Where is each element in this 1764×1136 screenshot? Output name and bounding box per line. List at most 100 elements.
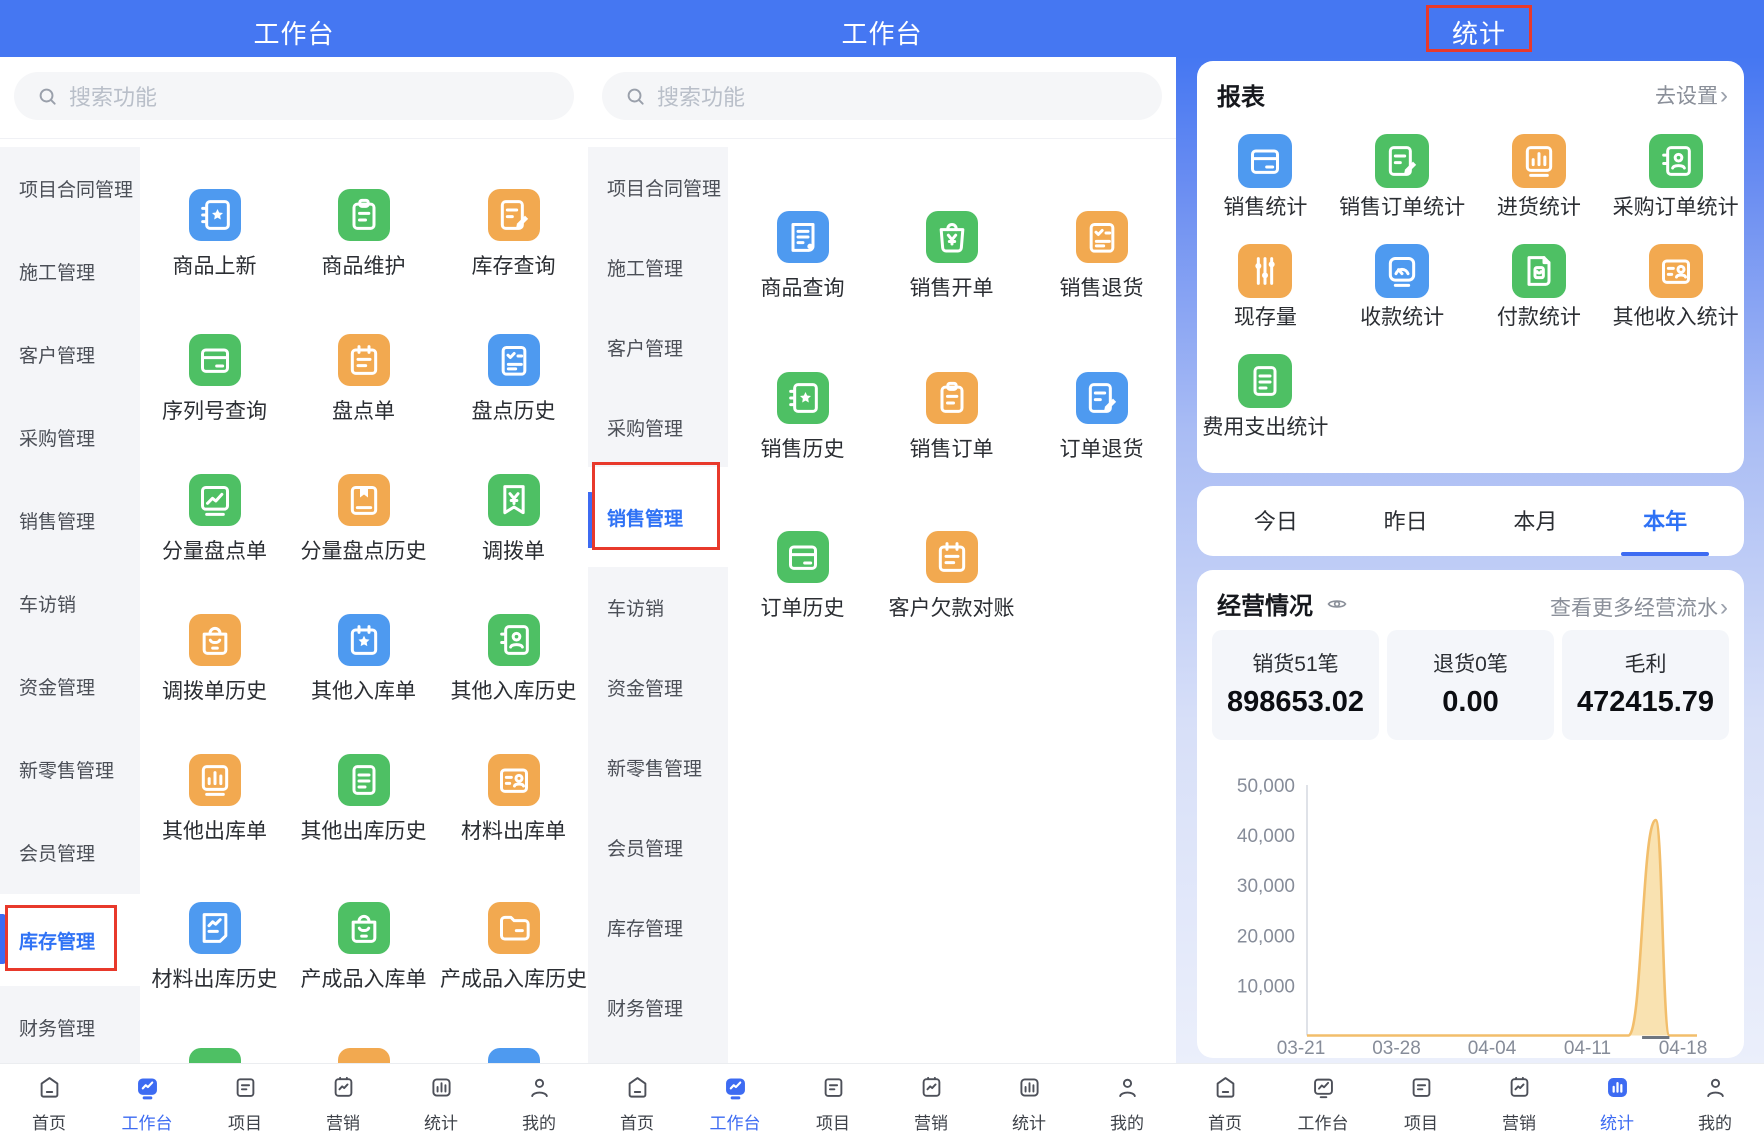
grid-item-产成品入库单[interactable]: 产成品入库单 [289, 902, 438, 992]
person-card-icon [494, 760, 534, 800]
tab-今日[interactable]: 今日 [1211, 486, 1341, 558]
grid-item-商品维护[interactable]: 商品维护 [289, 189, 438, 279]
grid-item-产成品入库历史[interactable]: 产成品入库历史 [439, 902, 588, 992]
grid-item-订单退货[interactable]: 订单退货 [1027, 372, 1176, 462]
tab-昨日[interactable]: 昨日 [1341, 486, 1471, 558]
nav-item-project[interactable]: 项目 [1372, 1074, 1470, 1134]
sidebar-item-新零售管理[interactable]: 新零售管理 [0, 728, 140, 811]
nav-item-project[interactable]: 项目 [196, 1074, 294, 1134]
sidebar-item-财务管理[interactable]: 财务管理 [0, 986, 140, 1063]
grid-item-盘点历史[interactable]: 盘点历史 [439, 334, 588, 424]
nav-item-home[interactable]: 首页 [0, 1074, 98, 1134]
sidebar-item-施工管理[interactable]: 施工管理 [0, 230, 140, 313]
svg-text:50,000: 50,000 [1237, 776, 1295, 797]
receipt-icon [783, 217, 823, 257]
sidebar-item-车访销[interactable]: 车访销 [0, 562, 140, 645]
nav-item-stats[interactable]: 统计 [1568, 1074, 1666, 1134]
report-item-其他收入统计[interactable]: 其他收入统计 [1607, 244, 1744, 330]
sidebar-item-新零售管理[interactable]: 新零售管理 [588, 727, 728, 807]
grid-item-商品查询[interactable]: 商品查询 [728, 211, 877, 301]
nav-item-marketing[interactable]: 营销 [294, 1074, 392, 1134]
report-settings-link[interactable]: 去设置› [1655, 80, 1728, 110]
sidebar-item-车访销[interactable]: 车访销 [588, 567, 728, 647]
report-item-付款统计[interactable]: 付款统计 [1471, 244, 1608, 330]
report-item-现存量[interactable]: 现存量 [1197, 244, 1334, 330]
nav-item-project[interactable]: 项目 [784, 1074, 882, 1134]
grid-item-材料出库历史[interactable]: 材料出库历史 [140, 902, 289, 992]
sidebar-item-采购管理[interactable]: 采购管理 [588, 387, 728, 467]
grid-item-订单历史[interactable]: 订单历史 [728, 531, 877, 621]
more-business-flow-link[interactable]: 查看更多经营流水› [1550, 592, 1728, 622]
grid-item-label: 盘点单 [289, 400, 438, 424]
grid-item-调拨单[interactable]: 调拨单 [439, 474, 588, 564]
grid-item-序列号查询[interactable]: 序列号查询 [140, 334, 289, 424]
nav-item-workbench[interactable]: 工作台 [1274, 1074, 1372, 1134]
grid-item-label: 商品维护 [289, 255, 438, 279]
nav-item-stats[interactable]: 统计 [980, 1074, 1078, 1134]
grid-item-label: 盘点历史 [439, 400, 588, 424]
report-item-采购订单统计[interactable]: 采购订单统计 [1607, 134, 1744, 220]
grid-item-label: 产成品入库单 [289, 968, 438, 992]
grid-item-其他出库历史[interactable]: 其他出库历史 [289, 754, 438, 844]
grid-item-其他入库单[interactable]: 其他入库单 [289, 614, 438, 704]
nav-item-home[interactable]: 首页 [588, 1074, 686, 1134]
sidebar-item-客户管理[interactable]: 客户管理 [0, 313, 140, 396]
grid-item-销售订单[interactable]: 销售订单 [877, 372, 1026, 462]
sidebar-item-项目合同管理[interactable]: 项目合同管理 [0, 147, 140, 230]
sidebar-item-客户管理[interactable]: 客户管理 [588, 307, 728, 387]
grid-item-销售退货[interactable]: 销售退货 [1027, 211, 1176, 301]
sidebar-item-销售管理[interactable]: 销售管理 [0, 479, 140, 562]
eye-icon[interactable] [1325, 592, 1349, 616]
sidebar-item-会员管理[interactable]: 会员管理 [0, 811, 140, 894]
tab-本月[interactable]: 本月 [1471, 486, 1601, 558]
grid-item-销售历史[interactable]: 销售历史 [728, 372, 877, 462]
sidebar-item-采购管理[interactable]: 采购管理 [0, 396, 140, 479]
nav-item-me[interactable]: 我的 [1078, 1074, 1176, 1134]
report-item-进货统计[interactable]: 进货统计 [1471, 134, 1608, 220]
sidebar-item-施工管理[interactable]: 施工管理 [588, 227, 728, 307]
svg-text:20,000: 20,000 [1237, 926, 1295, 947]
bars-icon [195, 760, 235, 800]
nav-item-workbench[interactable]: 工作台 [98, 1074, 196, 1134]
nav-item-workbench[interactable]: 工作台 [686, 1074, 784, 1134]
grid-item-其他出库单[interactable]: 其他出库单 [140, 754, 289, 844]
sidebar-item-资金管理[interactable]: 资金管理 [588, 647, 728, 727]
nav-item-me[interactable]: 我的 [490, 1074, 588, 1134]
report-item-销售统计[interactable]: 销售统计 [1197, 134, 1334, 220]
nav-item-me[interactable]: 我的 [1666, 1074, 1764, 1134]
workbench-screen-1: 工作台 搜索功能 项目合同管理施工管理客户管理采购管理销售管理车访销资金管理新零… [0, 0, 588, 1136]
search-input[interactable]: 搜索功能 [602, 72, 1162, 120]
grid-item-库存查询[interactable]: 库存查询 [439, 189, 588, 279]
nav-item-stats[interactable]: 统计 [392, 1074, 490, 1134]
svg-text:03-28: 03-28 [1372, 1038, 1421, 1058]
period-tabs: 今日昨日本月本年 [1197, 486, 1744, 556]
sidebar-item-财务管理[interactable]: 财务管理 [588, 967, 728, 1047]
nav-item-marketing[interactable]: 营销 [1470, 1074, 1568, 1134]
report-item-销售订单统计[interactable]: 销售订单统计 [1334, 134, 1471, 220]
doc-lines-icon [344, 760, 384, 800]
sidebar-item-项目合同管理[interactable]: 项目合同管理 [588, 147, 728, 227]
grid-item-调拨单历史[interactable]: 调拨单历史 [140, 614, 289, 704]
report-item-label: 进货统计 [1471, 196, 1608, 220]
sidebar-item-会员管理[interactable]: 会员管理 [588, 807, 728, 887]
nav-item-home[interactable]: 首页 [1176, 1074, 1274, 1134]
grid-item-盘点单[interactable]: 盘点单 [289, 334, 438, 424]
grid-item-商品上新[interactable]: 商品上新 [140, 189, 289, 279]
contact-card-tile [1649, 134, 1703, 188]
doc-lines-icon [1245, 361, 1285, 401]
sidebar-item-资金管理[interactable]: 资金管理 [0, 645, 140, 728]
search-input[interactable]: 搜索功能 [14, 72, 574, 120]
sidebar-item-库存管理[interactable]: 库存管理 [588, 887, 728, 967]
grid-item-材料出库单[interactable]: 材料出库单 [439, 754, 588, 844]
report-item-收款统计[interactable]: 收款统计 [1334, 244, 1471, 330]
grid-item-其他入库历史[interactable]: 其他入库历史 [439, 614, 588, 704]
clipboard-icon [932, 378, 972, 418]
report-item-费用支出统计[interactable]: 费用支出统计 [1197, 354, 1334, 440]
tab-本年[interactable]: 本年 [1600, 486, 1730, 558]
grid-item-客户欠款对账[interactable]: 客户欠款对账 [877, 531, 1026, 621]
nav-item-marketing[interactable]: 营销 [882, 1074, 980, 1134]
grid-item-分量盘点历史[interactable]: 分量盘点历史 [289, 474, 438, 564]
checklist-tile [1076, 211, 1128, 263]
grid-item-销售开单[interactable]: 销售开单 [877, 211, 1026, 301]
grid-item-分量盘点单[interactable]: 分量盘点单 [140, 474, 289, 564]
